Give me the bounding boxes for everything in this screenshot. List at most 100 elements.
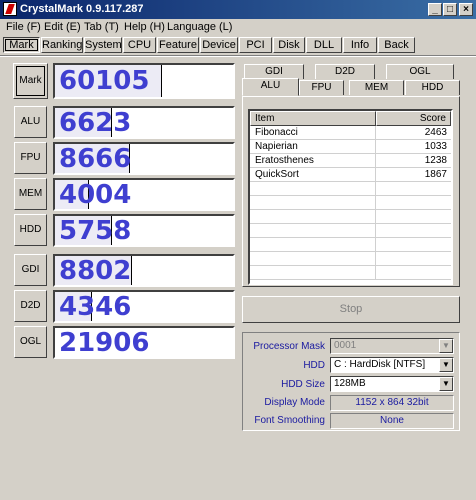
processor-mask-value: 0001 bbox=[334, 340, 357, 351]
nav-back-button[interactable]: Back bbox=[378, 37, 415, 53]
font-smoothing-value: None bbox=[330, 413, 454, 429]
nav-mark-button[interactable]: Mark bbox=[3, 37, 40, 53]
column-divider bbox=[375, 196, 376, 210]
item-name: QuickSort bbox=[255, 169, 299, 180]
mem-score-box: 4004 bbox=[53, 178, 235, 211]
minimize-button[interactable]: _ bbox=[428, 3, 442, 16]
processor-mask-select[interactable]: 0001 ▼ bbox=[330, 338, 454, 354]
empty-row bbox=[250, 210, 451, 224]
font-smoothing-label: Font Smoothing bbox=[254, 415, 325, 426]
hdd-size-label: HDD Size bbox=[281, 379, 325, 390]
alu-score-box: 6623 bbox=[53, 106, 235, 139]
column-divider bbox=[375, 210, 376, 224]
display-mode-label: Display Mode bbox=[264, 397, 325, 408]
nav-pci-button[interactable]: PCI bbox=[239, 37, 272, 53]
ogl-score-value: 21906 bbox=[59, 328, 150, 358]
nav-system-button[interactable]: System bbox=[84, 37, 122, 53]
menu-file[interactable]: File (F) bbox=[6, 21, 41, 33]
d2d-score-value: 4346 bbox=[59, 292, 132, 322]
empty-row bbox=[250, 238, 451, 252]
window-title: CrystalMark 0.9.117.287 bbox=[20, 3, 144, 15]
column-divider bbox=[375, 140, 376, 154]
alu-button[interactable]: ALU bbox=[14, 106, 47, 138]
menu-language[interactable]: Language (L) bbox=[167, 21, 232, 33]
ogl-score-box: 21906 bbox=[53, 326, 235, 359]
mark-score-value: 60105 bbox=[59, 66, 150, 96]
results-list[interactable]: Item Score Fibonacci 2463 Napierian 1033… bbox=[248, 109, 453, 285]
fpu-score-box: 8666 bbox=[53, 142, 235, 175]
tab-d2d[interactable]: D2D bbox=[315, 64, 375, 79]
hdd-score-value: 5758 bbox=[59, 216, 132, 246]
tab-hdd[interactable]: HDD bbox=[405, 80, 460, 95]
chevron-down-icon: ▼ bbox=[439, 358, 453, 372]
item-score: 1033 bbox=[424, 141, 447, 152]
processor-mask-label: Processor Mask bbox=[253, 341, 325, 352]
list-item[interactable]: Napierian 1033 bbox=[250, 140, 451, 154]
nav-feature-button[interactable]: Feature bbox=[157, 37, 199, 53]
ogl-button[interactable]: OGL bbox=[14, 326, 47, 358]
column-divider bbox=[375, 126, 376, 140]
tab-alu[interactable]: ALU bbox=[242, 78, 299, 96]
mem-score-value: 4004 bbox=[59, 180, 132, 210]
empty-row bbox=[250, 252, 451, 266]
chevron-down-icon: ▼ bbox=[439, 339, 453, 353]
chevron-down-icon: ▼ bbox=[439, 377, 453, 391]
hdd-select[interactable]: C : HardDisk [NTFS] ▼ bbox=[330, 357, 454, 373]
header-score[interactable]: Score bbox=[376, 111, 451, 126]
app-icon bbox=[3, 2, 17, 16]
empty-row bbox=[250, 224, 451, 238]
menu-tab[interactable]: Tab (T) bbox=[84, 21, 119, 33]
list-item[interactable]: QuickSort 1867 bbox=[250, 168, 451, 182]
item-score: 1238 bbox=[424, 155, 447, 166]
hdd-size-select[interactable]: 128MB ▼ bbox=[330, 376, 454, 392]
tab-fpu[interactable]: FPU bbox=[299, 80, 344, 95]
list-item[interactable]: Fibonacci 2463 bbox=[250, 126, 451, 140]
gdi-score-value: 8802 bbox=[59, 256, 132, 286]
nav-dll-button[interactable]: DLL bbox=[306, 37, 342, 53]
nav-disk-button[interactable]: Disk bbox=[273, 37, 305, 53]
nav-device-button[interactable]: Device bbox=[200, 37, 238, 53]
header-item[interactable]: Item bbox=[250, 111, 376, 126]
tab-ogl[interactable]: OGL bbox=[386, 64, 454, 79]
maximize-button[interactable]: □ bbox=[443, 3, 457, 16]
tab-mem[interactable]: MEM bbox=[349, 80, 404, 95]
empty-row bbox=[250, 196, 451, 210]
column-divider bbox=[375, 224, 376, 238]
stop-button[interactable]: Stop bbox=[242, 296, 460, 323]
fpu-score-value: 8666 bbox=[59, 144, 132, 174]
list-header: Item Score bbox=[250, 111, 451, 126]
item-name: Napierian bbox=[255, 141, 298, 152]
tab-gdi[interactable]: GDI bbox=[244, 64, 304, 79]
hdd-size-value: 128MB bbox=[334, 378, 366, 389]
item-name: Fibonacci bbox=[255, 127, 298, 138]
hdd-value: C : HardDisk [NTFS] bbox=[334, 359, 426, 370]
item-name: Eratosthenes bbox=[255, 155, 314, 166]
item-score: 2463 bbox=[424, 127, 447, 138]
d2d-score-box: 4346 bbox=[53, 290, 235, 323]
nav-ranking-button[interactable]: Ranking bbox=[41, 37, 83, 53]
separator bbox=[0, 55, 476, 57]
empty-row bbox=[250, 182, 451, 196]
mark-button[interactable]: Mark bbox=[13, 63, 48, 99]
column-divider bbox=[375, 168, 376, 182]
hdd-score-box: 5758 bbox=[53, 214, 235, 247]
mem-button[interactable]: MEM bbox=[14, 178, 47, 210]
nav-info-button[interactable]: Info bbox=[343, 37, 377, 53]
menu-edit[interactable]: Edit (E) bbox=[44, 21, 81, 33]
hdd-button[interactable]: HDD bbox=[14, 214, 47, 246]
gdi-button[interactable]: GDI bbox=[14, 254, 47, 286]
display-mode-value: 1152 x 864 32bit bbox=[330, 395, 454, 411]
nav-cpu-button[interactable]: CPU bbox=[123, 37, 156, 53]
column-divider bbox=[375, 238, 376, 252]
gdi-score-box: 8802 bbox=[53, 254, 235, 287]
empty-row bbox=[250, 266, 451, 280]
column-divider bbox=[375, 252, 376, 266]
list-item[interactable]: Eratosthenes 1238 bbox=[250, 154, 451, 168]
d2d-button[interactable]: D2D bbox=[14, 290, 47, 322]
hdd-label: HDD bbox=[303, 360, 325, 371]
column-divider bbox=[375, 154, 376, 168]
column-divider bbox=[375, 266, 376, 280]
fpu-button[interactable]: FPU bbox=[14, 142, 47, 174]
close-button[interactable]: × bbox=[459, 3, 473, 16]
menu-help[interactable]: Help (H) bbox=[124, 21, 165, 33]
